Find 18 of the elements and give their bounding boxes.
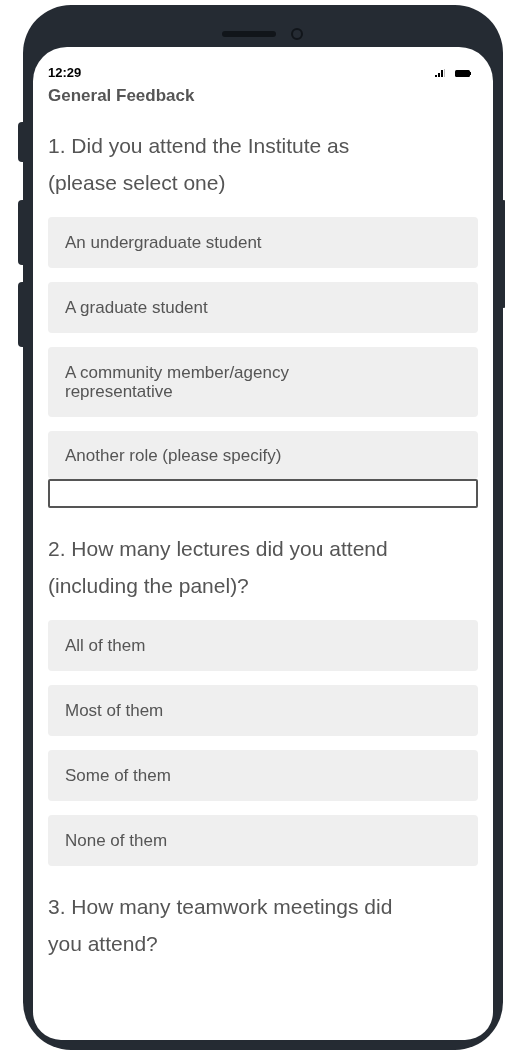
battery-icon	[455, 69, 471, 77]
answer-option[interactable]: A graduate student	[48, 281, 478, 333]
input-field[interactable]	[48, 478, 478, 508]
status-time: 12:29	[48, 64, 82, 83]
question-text: 2. How many lectures did you attend (including the panel)?	[48, 535, 389, 599]
question-text: 3. How many teamwork meetings did you attend?	[48, 893, 394, 957]
speaker-icon	[222, 31, 276, 37]
signal-icon	[435, 69, 445, 77]
answer-option[interactable]: None of them	[48, 814, 478, 866]
answer-option[interactable]: Another role (please specify)	[48, 430, 478, 479]
camera-icon	[291, 28, 303, 40]
answer-option[interactable]: A community member/agency representative	[48, 346, 478, 417]
answer-option[interactable]: Some of them	[48, 749, 478, 801]
page-title: General Feedback	[48, 85, 196, 107]
question-text: 1. Did you attend the Institute as (please select one)	[48, 132, 351, 196]
answer-option[interactable]: All of them	[48, 619, 478, 671]
answer-option[interactable]: Most of them	[48, 684, 478, 736]
answer-option[interactable]: An undergraduate student	[48, 216, 478, 268]
